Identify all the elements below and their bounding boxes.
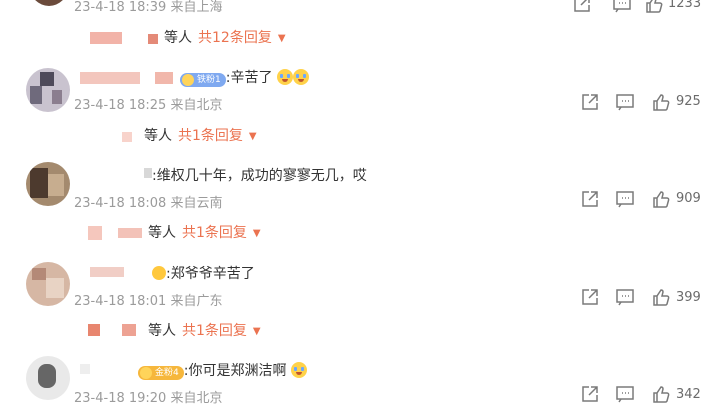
fan-badge: 铁粉1 — [180, 73, 226, 87]
like-count: 342 — [676, 387, 701, 402]
comment-body: 金粉4:你可是郑渊洁啊 — [138, 360, 307, 380]
like-count: 1233 — [668, 0, 702, 11]
comment-text: :郑爷爷辛苦了 — [166, 266, 255, 282]
like-button[interactable] — [651, 92, 671, 116]
reply-summary[interactable]: 等人 共1条回复 ▼ — [144, 125, 257, 145]
comment-time: 23-4-18 18:25 — [74, 98, 167, 113]
comment-source: 来自北京 — [170, 391, 223, 406]
reply-summary[interactable]: 等人 共1条回复 ▼ — [148, 222, 261, 242]
share-button[interactable] — [580, 287, 600, 311]
comment-icon — [616, 94, 634, 111]
comment-source: 来自上海 — [170, 0, 223, 15]
comment-button[interactable] — [612, 0, 632, 18]
reply-who: 等人 — [148, 323, 176, 339]
comment-source: 来自广东 — [170, 294, 223, 309]
comment-meta: 23-4-18 18:08 来自云南 — [74, 192, 223, 211]
comment-meta: 23-4-18 18:39 来自上海 — [74, 0, 223, 15]
like-button[interactable] — [651, 287, 671, 311]
avatar[interactable] — [26, 262, 70, 306]
comment-time: 23-4-18 18:01 — [74, 294, 167, 309]
comment-time: 23-4-18 18:39 — [74, 0, 167, 15]
comment-text: :你可是郑渊洁啊 — [183, 363, 287, 379]
comment-icon — [616, 289, 634, 306]
reply-who: 等人 — [164, 30, 192, 46]
share-icon — [582, 191, 598, 207]
share-icon — [582, 289, 598, 305]
share-icon — [582, 94, 598, 110]
share-button[interactable] — [572, 0, 592, 18]
comment-time: 23-4-18 18:08 — [74, 196, 167, 211]
share-button[interactable] — [580, 92, 600, 116]
reply-summary[interactable]: 等人 共1条回复 ▼ — [148, 320, 261, 340]
comment-button[interactable] — [615, 287, 635, 311]
like-icon — [653, 386, 670, 403]
comment-icon — [616, 191, 634, 208]
like-button[interactable] — [651, 384, 671, 408]
chevron-down-icon[interactable]: ▼ — [253, 326, 261, 337]
comment-button[interactable] — [615, 384, 635, 408]
reply-count[interactable]: 共12条回复 — [198, 30, 272, 46]
chevron-down-icon[interactable]: ▼ — [253, 228, 261, 239]
comment-meta: 23-4-18 18:25 来自北京 — [74, 94, 223, 113]
fan-badge-icon — [182, 74, 194, 86]
share-button[interactable] — [580, 189, 600, 213]
reply-count[interactable]: 共1条回复 — [182, 225, 247, 241]
pleading-emoji-icon — [290, 362, 307, 378]
share-icon — [582, 386, 598, 402]
chevron-down-icon[interactable]: ▼ — [278, 33, 286, 44]
like-count: 909 — [676, 191, 701, 206]
crying-emoji-icon — [276, 69, 293, 85]
share-icon — [574, 0, 590, 12]
fan-badge: 金粉4 — [138, 366, 184, 380]
avatar[interactable] — [26, 162, 70, 206]
comment-icon — [613, 0, 631, 13]
like-icon — [646, 0, 663, 13]
comment-time: 23-4-18 19:20 — [74, 391, 167, 406]
comment-body: 铁粉1:辛苦了 — [180, 67, 309, 87]
like-icon — [653, 289, 670, 306]
like-button[interactable] — [644, 0, 664, 18]
reply-who: 等人 — [148, 225, 176, 241]
comment-text: :辛苦了 — [225, 70, 273, 86]
avatar[interactable] — [26, 356, 70, 400]
avatar[interactable] — [26, 68, 70, 112]
share-button[interactable] — [580, 384, 600, 408]
avatar[interactable] — [30, 0, 68, 6]
comment-body: :郑爷爷辛苦了 — [152, 263, 255, 283]
chevron-down-icon[interactable]: ▼ — [249, 131, 257, 142]
like-count: 925 — [676, 94, 701, 109]
like-icon — [653, 191, 670, 208]
comment-meta: 23-4-18 19:20 来自北京 — [74, 387, 223, 406]
comment-source: 来自云南 — [170, 196, 223, 211]
fan-badge-icon — [140, 367, 152, 379]
comment-source: 来自北京 — [170, 98, 223, 113]
fan-badge-icon — [152, 266, 166, 280]
comment-button[interactable] — [615, 92, 635, 116]
comment-icon — [616, 386, 634, 403]
like-icon — [653, 94, 670, 111]
comment-meta: 23-4-18 18:01 来自广东 — [74, 290, 223, 309]
reply-summary[interactable]: 等人 共12条回复 ▼ — [164, 27, 286, 47]
comment-text: :维权几十年，成功的寥寥无几，哎 — [152, 168, 367, 184]
reply-count[interactable]: 共1条回复 — [182, 323, 247, 339]
comment-button[interactable] — [615, 189, 635, 213]
like-count: 399 — [676, 290, 701, 305]
crying-emoji-icon — [292, 69, 309, 85]
reply-who: 等人 — [144, 128, 172, 144]
reply-count[interactable]: 共1条回复 — [178, 128, 243, 144]
like-button[interactable] — [651, 189, 671, 213]
